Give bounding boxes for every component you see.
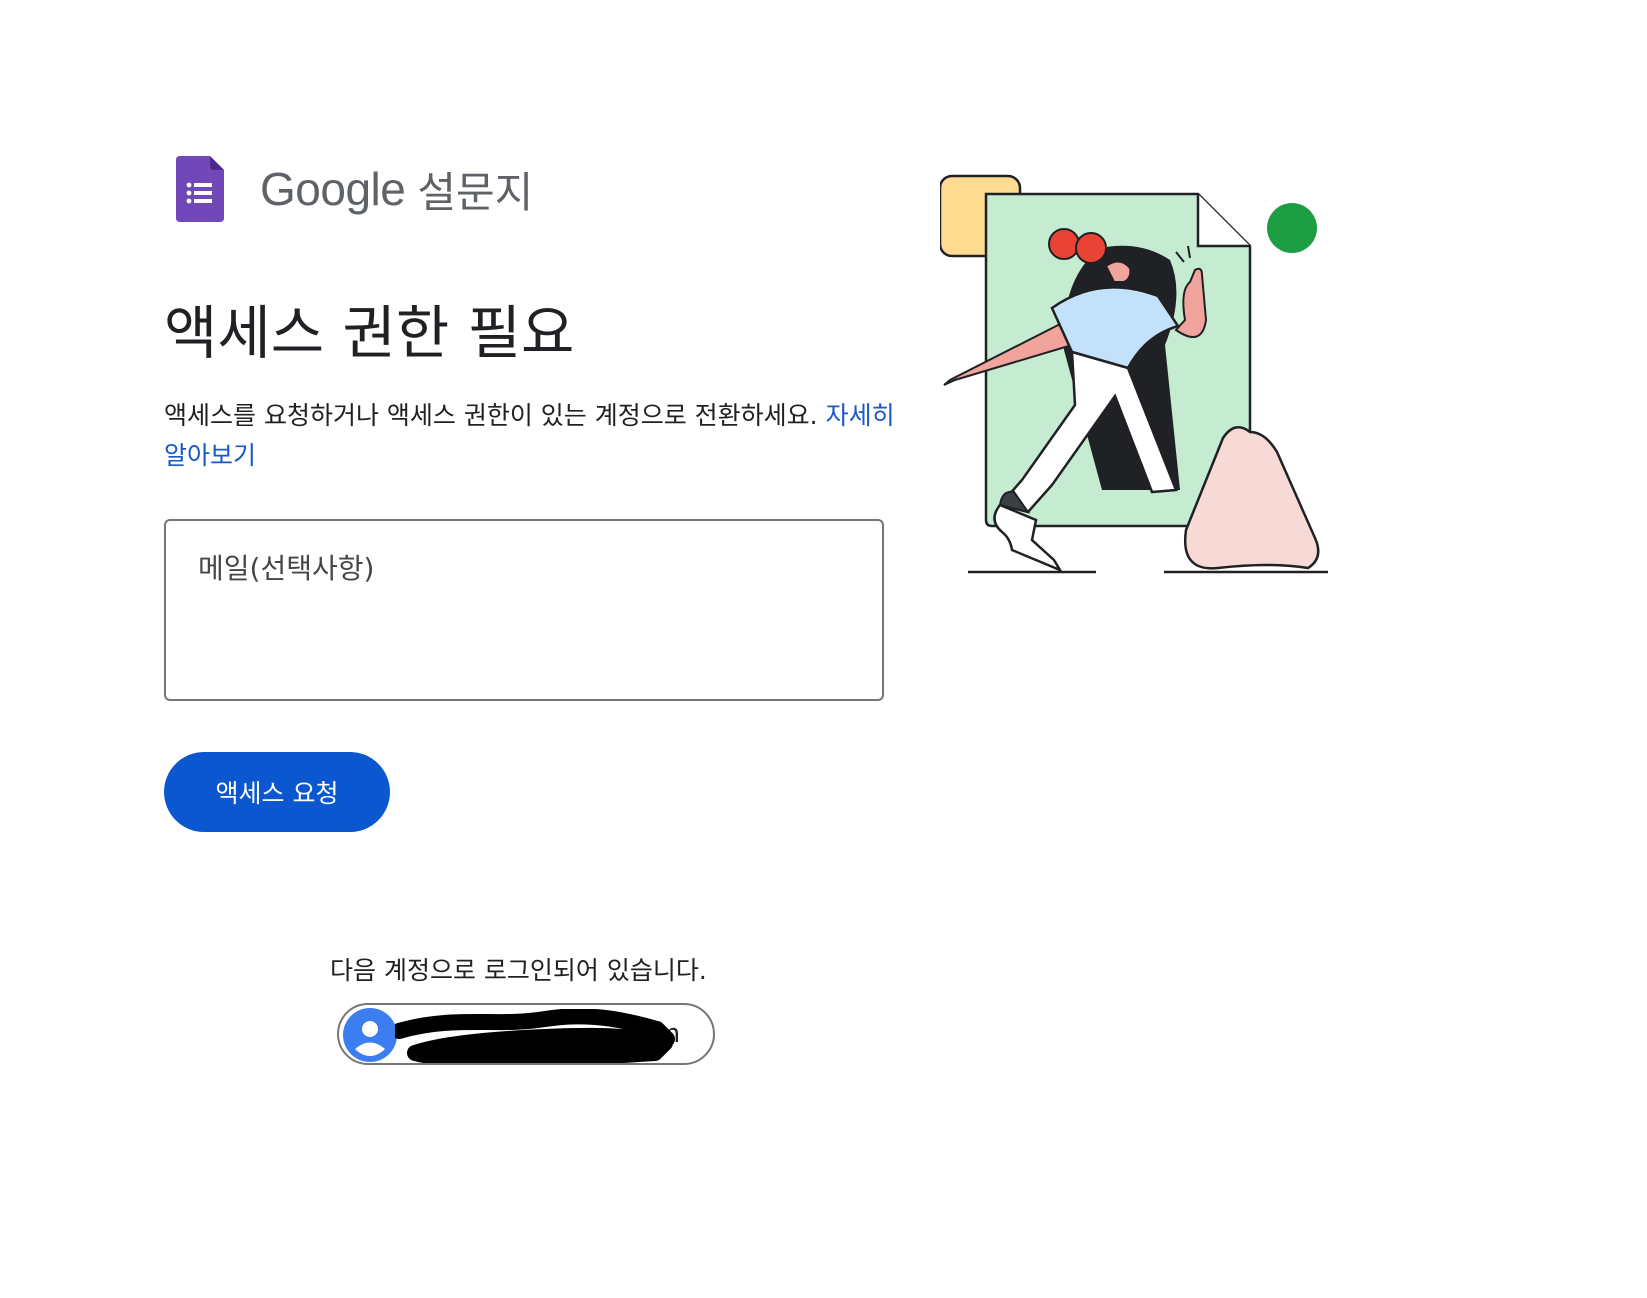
- account-circle-icon: [343, 1008, 397, 1062]
- account-chip[interactable]: om: [337, 1003, 715, 1065]
- description-text: 액세스를 요청하거나 액세스 권한이 있는 계정으로 전환하세요.: [164, 401, 818, 430]
- email-field[interactable]: [164, 519, 884, 701]
- brand-name: Google: [260, 163, 406, 215]
- brand: Google 설문지: [176, 156, 533, 222]
- description: 액세스를 요청하거나 액세스 권한이 있는 계정으로 전환하세요. 자세히 알아…: [164, 396, 904, 476]
- access-required-page: Google 설문지 액세스 권한 필요 액세스를 요청하거나 액세스 권한이 …: [0, 0, 1647, 1298]
- brand-product: 설문지: [417, 167, 534, 217]
- request-access-button[interactable]: 액세스 요청: [164, 752, 390, 832]
- redaction-scribble: [395, 1009, 675, 1063]
- signed-in-label: 다음 계정으로 로그인되어 있습니다.: [330, 956, 707, 985]
- page-title: 액세스 권한 필요: [164, 299, 575, 367]
- access-illustration: [940, 174, 1328, 574]
- google-forms-icon: [176, 156, 224, 222]
- email-input[interactable]: [196, 551, 850, 586]
